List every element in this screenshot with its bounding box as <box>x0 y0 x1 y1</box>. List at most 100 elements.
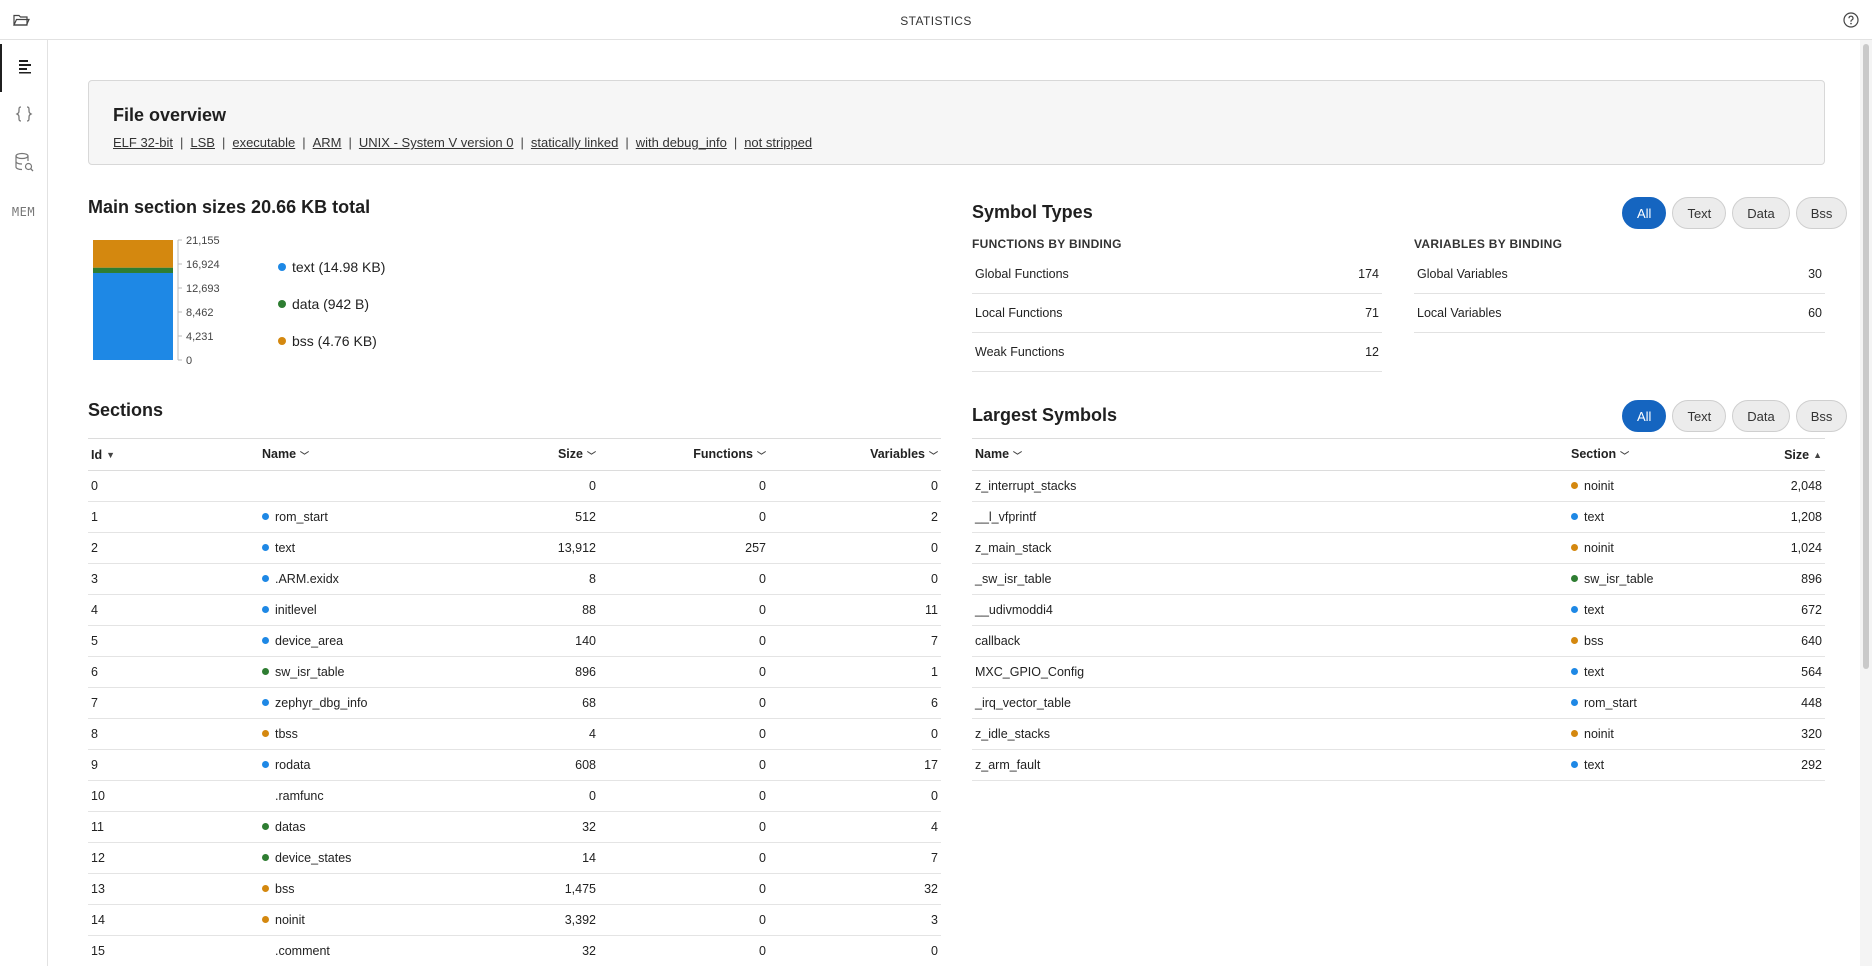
section-color-dot <box>262 761 269 769</box>
column-header-section[interactable]: Section ﹀ <box>1568 438 1708 471</box>
cell-variables: 0 <box>769 780 941 812</box>
filter-bss-button[interactable]: Bss <box>1795 400 1848 432</box>
filter-all-button[interactable]: All <box>1622 400 1667 432</box>
cell-functions: 0 <box>599 501 769 533</box>
legend-dot <box>278 299 286 308</box>
table-row[interactable]: 4 initlevel 88 0 11 <box>88 594 941 626</box>
sidebar-item-symbols[interactable] <box>0 92 47 140</box>
filter-data-button[interactable]: Data <box>1732 400 1790 432</box>
table-row[interactable]: _irq_vector_table rom_start 448 <box>972 687 1825 719</box>
cell-name: noinit <box>259 904 459 936</box>
sidebar-item-memory[interactable]: MEM <box>0 188 47 236</box>
table-row[interactable]: 10 .ramfunc 0 0 0 <box>88 780 941 812</box>
table-row[interactable]: 7 zephyr_dbg_info 68 0 6 <box>88 687 941 719</box>
column-header-variables[interactable]: Variables ﹀ <box>769 438 941 471</box>
filter-text-button[interactable]: Text <box>1672 400 1727 432</box>
cell-functions: 0 <box>599 842 769 874</box>
filter-all-button[interactable]: All <box>1622 197 1667 229</box>
column-header-size[interactable]: Size ▲ <box>1708 438 1825 471</box>
cell-id-text: 6 <box>91 665 98 679</box>
cell-functions: 0 <box>599 687 769 719</box>
cell-id: 11 <box>88 811 259 843</box>
table-row[interactable]: 14 noinit 3,392 0 3 <box>88 904 941 936</box>
property-linking[interactable]: statically linked <box>531 135 618 150</box>
table-row[interactable]: 9 rodata 608 0 17 <box>88 749 941 781</box>
bar-segment-text[interactable] <box>93 272 173 360</box>
column-header-size[interactable]: Size ﹀ <box>459 438 599 471</box>
cell-section: text <box>1568 501 1708 533</box>
bar-segment-bss[interactable] <box>93 240 173 268</box>
table-row[interactable]: MXC_GPIO_Config text 564 <box>972 656 1825 688</box>
cell-id: 0 <box>88 470 259 502</box>
statistics-icon <box>16 57 34 80</box>
column-header-name[interactable]: Name ﹀ <box>259 438 459 471</box>
property-type[interactable]: executable <box>232 135 295 150</box>
table-row[interactable]: 12 device_states 14 0 7 <box>88 842 941 874</box>
cell-size-text: 320 <box>1801 727 1822 741</box>
filter-data-button[interactable]: Data <box>1732 197 1790 229</box>
cell-name-text: callback <box>975 634 1021 648</box>
help-icon[interactable] <box>1842 11 1860 29</box>
table-row[interactable]: 11 datas 32 0 4 <box>88 811 941 843</box>
column-header-name[interactable]: Name ﹀ <box>972 438 1568 471</box>
cell-size-text: 13,912 <box>557 541 596 555</box>
legend-dot <box>278 336 286 345</box>
cell-variables-text: 4 <box>931 820 938 834</box>
cell-functions-text: 0 <box>759 758 766 772</box>
table-row[interactable]: 5 device_area 140 0 7 <box>88 625 941 657</box>
cell-variables: 3 <box>769 904 941 936</box>
sidebar-item-statistics[interactable] <box>0 44 47 92</box>
cell-id-text: 1 <box>91 510 98 524</box>
table-row[interactable]: 8 tbss 4 0 0 <box>88 718 941 750</box>
legend-dot <box>278 262 286 271</box>
table-row[interactable]: 0 0 0 0 <box>88 470 941 502</box>
cell-name-text: .ARM.exidx <box>275 572 339 586</box>
scrollbar-thumb[interactable] <box>1863 44 1869 669</box>
largest-header-row: Name ﹀ Section ﹀ Size ▲ <box>972 438 1825 471</box>
sort-asc-icon: ▲ <box>1813 450 1822 461</box>
table-row[interactable]: 2 text 13,912 257 0 <box>88 532 941 564</box>
cell-size-text: 4 <box>589 727 596 741</box>
table-row[interactable]: callback bss 640 <box>972 625 1825 657</box>
table-row[interactable]: z_idle_stacks noinit 320 <box>972 718 1825 750</box>
table-row[interactable]: __udivmoddi4 text 672 <box>972 594 1825 626</box>
section-color-dot <box>262 916 269 924</box>
cell-section: noinit <box>1568 470 1708 502</box>
sidebar-item-database[interactable] <box>0 140 47 188</box>
table-row[interactable]: z_arm_fault text 292 <box>972 749 1825 781</box>
filter-bss-button[interactable]: Bss <box>1795 197 1848 229</box>
table-row[interactable]: 3 .ARM.exidx 8 0 0 <box>88 563 941 595</box>
property-stripped[interactable]: not stripped <box>744 135 812 150</box>
property-debug-info[interactable]: with debug_info <box>636 135 727 150</box>
table-row[interactable]: z_interrupt_stacks noinit 2,048 <box>972 470 1825 502</box>
table-row[interactable]: __l_vfprintf text 1,208 <box>972 501 1825 533</box>
filter-text-button[interactable]: Text <box>1672 197 1727 229</box>
cell-name-text: __udivmoddi4 <box>975 603 1053 617</box>
table-row[interactable]: 6 sw_isr_table 896 0 1 <box>88 656 941 688</box>
table-row[interactable]: 1 rom_start 512 0 2 <box>88 501 941 533</box>
cell-size-text: 32 <box>582 820 596 834</box>
separator: | <box>520 135 524 150</box>
cell-variables-text: 0 <box>931 541 938 555</box>
column-header-id[interactable]: Id ▼ <box>88 438 259 471</box>
table-row[interactable]: z_main_stack noinit 1,024 <box>972 532 1825 564</box>
property-machine[interactable]: ARM <box>313 135 342 150</box>
property-os-abi[interactable]: UNIX - System V version 0 <box>359 135 514 150</box>
table-row[interactable]: _sw_isr_table sw_isr_table 896 <box>972 563 1825 595</box>
table-row[interactable]: 15 .comment 32 0 0 <box>88 935 941 966</box>
property-elf-class[interactable]: ELF 32-bit <box>113 135 173 150</box>
variables-binding-title: VARIABLES BY BINDING <box>1414 237 1563 251</box>
vertical-scrollbar[interactable] <box>1860 40 1872 966</box>
column-header-functions[interactable]: Functions ﹀ <box>599 438 769 471</box>
cell-section: text <box>1568 594 1708 626</box>
cell-section: text <box>1568 749 1708 781</box>
binding-row-local-variables: Local Variables 60 <box>1414 294 1825 333</box>
cell-variables: 2 <box>769 501 941 533</box>
section-color-dot <box>262 668 269 676</box>
property-endianness[interactable]: LSB <box>190 135 215 150</box>
cell-name: initlevel <box>259 594 459 626</box>
cell-id: 13 <box>88 873 259 905</box>
cell-size-text: 88 <box>582 603 596 617</box>
table-row[interactable]: 13 bss 1,475 0 32 <box>88 873 941 905</box>
bar-segment-data[interactable] <box>93 267 173 273</box>
